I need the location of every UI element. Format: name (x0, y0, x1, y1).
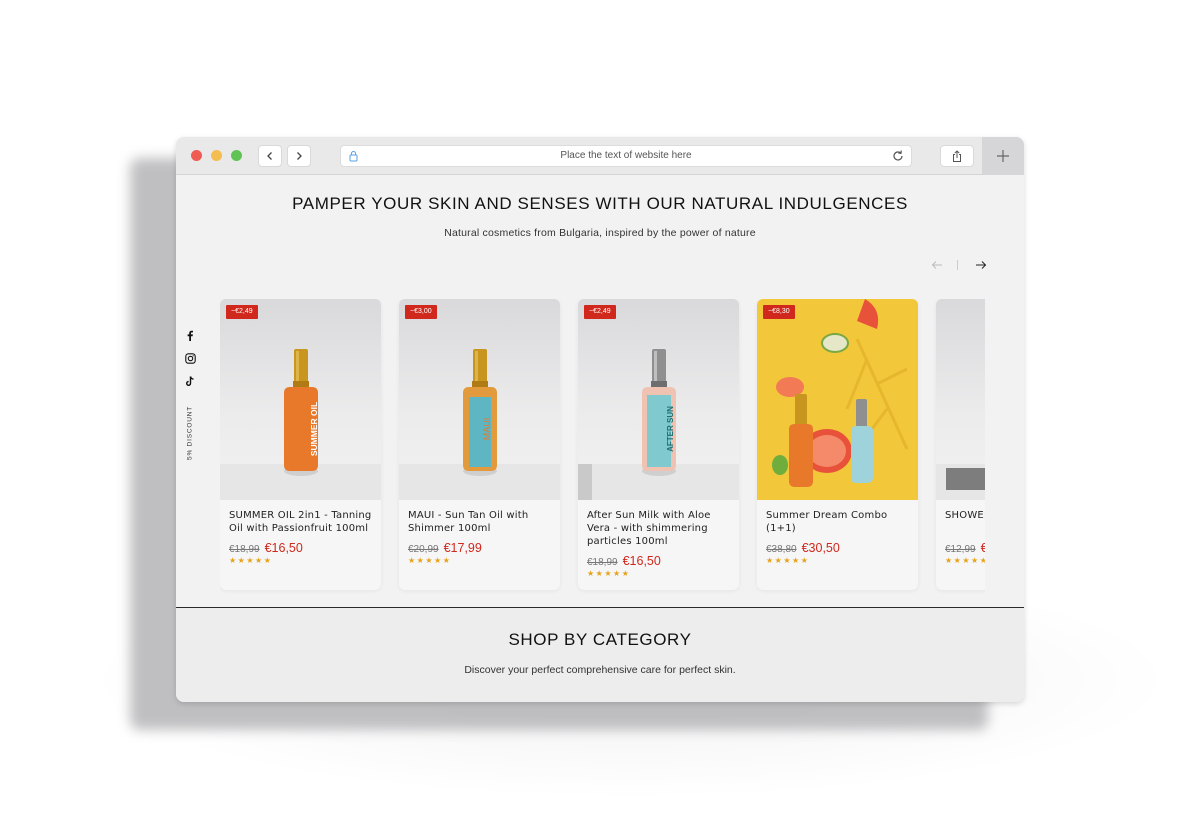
chevron-right-icon (297, 152, 302, 160)
bottle-illustration: SUMMER OIL (284, 349, 319, 476)
carousel-controls (930, 257, 990, 273)
rating-stars: ★★★★★ (945, 556, 985, 565)
product-card[interactable]: −€2,49 AFTER SUN After Sun Milk with Alo… (578, 299, 739, 590)
product-image[interactable]: −€8,30 (757, 299, 918, 500)
browser-window: Place the text of website here PAMPER YO… (176, 137, 1024, 702)
product-card[interactable]: −€2,49 SUMMER OIL SUMMER OIL 2in1 - Tann… (220, 299, 381, 590)
plus-icon (997, 150, 1009, 162)
category-title: SHOP BY CATEGORY (508, 630, 692, 649)
section-title: PAMPER YOUR SKIN AND SENSES WITH OUR NAT… (292, 194, 908, 213)
rating-stars: ★★★★★ (408, 556, 452, 565)
bottle-label: AFTER SUN (666, 406, 675, 452)
price-row: €38,80 €30,50 (766, 537, 840, 556)
rating-stars: ★★★★★ (766, 556, 810, 565)
old-price: €12,99 (945, 544, 976, 555)
facebook-icon (187, 330, 193, 341)
rating-stars: ★★★★★ (587, 569, 631, 578)
product-title[interactable]: SUMMER OIL 2in1 - Tanning Oil with Passi… (229, 509, 375, 535)
address-bar[interactable]: Place the text of website here (340, 145, 912, 167)
product-image[interactable]: −€2,49 SUMMER OIL (220, 299, 381, 500)
sale-price: €16,50 (264, 541, 303, 555)
product-image[interactable]: −€3,00 MAUI (399, 299, 560, 500)
bottle-label: MAUI (482, 418, 492, 441)
page-content: PAMPER YOUR SKIN AND SENSES WITH OUR NAT… (176, 175, 1024, 702)
share-icon (953, 149, 961, 162)
browser-toolbar: Place the text of website here (176, 137, 1024, 175)
share-button[interactable] (940, 145, 974, 167)
product-title[interactable]: MAUI - Sun Tan Oil with Shimmer 100ml (408, 509, 554, 535)
discount-badge: −€2,49 (226, 305, 258, 319)
price-row: €18,99 €16,50 (587, 550, 661, 569)
section-subtitle: Natural cosmetics from Bulgaria, inspire… (444, 227, 756, 239)
carousel-separator (957, 260, 958, 270)
bottle-illustration: MAUI (463, 349, 497, 476)
product-title[interactable]: Summer Dream Combo (1+1) (766, 509, 912, 535)
carousel-prev-button[interactable] (930, 257, 944, 273)
product-card[interactable]: −€8,30 Summer Dream Combo (1+1) €38,80 €… (757, 299, 918, 590)
minimize-window-button[interactable] (211, 150, 222, 161)
chevron-left-icon (267, 152, 272, 160)
instagram-icon (184, 352, 196, 364)
combo-illustration (772, 299, 909, 487)
discount-label: 5% DISCOUNT (186, 406, 194, 460)
product-title[interactable]: SHOWER GEL by Zlatka (945, 509, 985, 522)
mockup-stage: Place the text of website here PAMPER YO… (0, 0, 1200, 840)
carousel-next-button[interactable] (974, 257, 988, 273)
new-tab-button[interactable] (982, 137, 1024, 175)
category-subtitle: Discover your perfect comprehensive care… (464, 664, 736, 676)
discount-badge: −€3,00 (405, 305, 437, 319)
arrow-right-icon (976, 261, 987, 269)
image-shadow (578, 464, 592, 500)
discount-badge: −€2,49 (584, 305, 616, 319)
social-links (182, 327, 198, 396)
arrow-left-icon (931, 261, 942, 269)
category-section: SHOP BY CATEGORY Discover your perfect c… (176, 608, 1024, 702)
instagram-link[interactable] (182, 350, 198, 366)
product-image[interactable] (936, 299, 985, 500)
price-row: €20,99 €17,99 (408, 537, 482, 556)
product-card[interactable]: −€3,00 MAUI MAUI - Sun Tan Oil with Shim… (399, 299, 560, 590)
address-text: Place the text of website here (560, 150, 692, 161)
product-card[interactable]: SHOWER GEL by Zlatka €12,99 € ★★★★★ (936, 299, 985, 590)
sale-price: €17,99 (443, 541, 482, 555)
product-thumbnail (946, 468, 985, 490)
sale-price: €30,50 (801, 541, 840, 555)
old-price: €20,99 (408, 544, 439, 555)
rating-stars: ★★★★★ (229, 556, 273, 565)
price-row: €12,99 € (945, 537, 985, 556)
sale-price: € (980, 541, 985, 555)
reload-icon[interactable] (891, 149, 905, 163)
forward-button[interactable] (287, 145, 311, 167)
tiktok-link[interactable] (182, 373, 198, 389)
sale-price: €16,50 (622, 554, 661, 568)
old-price: €38,80 (766, 544, 797, 555)
product-carousel: −€2,49 SUMMER OIL SUMMER OIL 2in1 - Tann… (220, 299, 985, 597)
price-row: €18,99 €16,50 (229, 537, 303, 556)
bottle-illustration: AFTER SUN (642, 349, 676, 476)
maximize-window-button[interactable] (231, 150, 242, 161)
product-image[interactable]: −€2,49 AFTER SUN (578, 299, 739, 500)
back-button[interactable] (258, 145, 282, 167)
discount-tab[interactable]: 5% DISCOUNT (184, 403, 196, 463)
bottle-label: SUMMER OIL (309, 402, 319, 456)
tiktok-icon (186, 375, 194, 386)
close-window-button[interactable] (191, 150, 202, 161)
old-price: €18,99 (587, 557, 618, 568)
product-title[interactable]: After Sun Milk with Aloe Vera - with shi… (587, 509, 733, 548)
old-price: €18,99 (229, 544, 260, 555)
facebook-link[interactable] (182, 327, 198, 343)
